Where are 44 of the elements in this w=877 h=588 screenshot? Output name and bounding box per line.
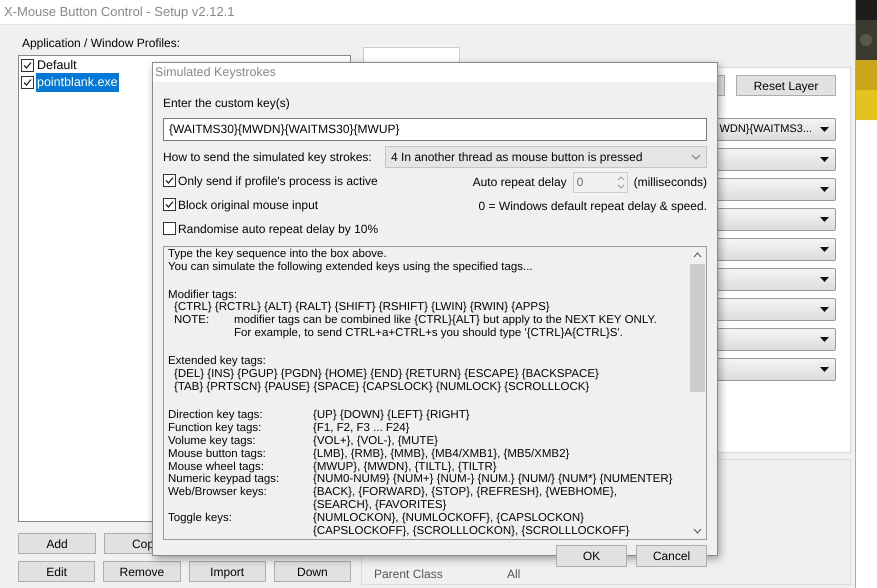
group-label: Application / Window Profiles: — [22, 36, 182, 51]
tag-category: Mouse wheel tags: — [168, 460, 265, 474]
tag-category: Toggle keys: — [168, 512, 233, 526]
help-text-line: Extended key tags: — [168, 355, 267, 368]
tag-list: {NUM0-NUM9} {NUM+} {NUM-} {NUM.} {NUM/} {NUM*} {NUMENTER} — [313, 473, 672, 486]
tag-list: {LMB}, {RMB}, {MMB}, {MB4/XMB1}, {MB5/XMB2} — [313, 448, 570, 461]
tag-category: Mouse button tags: — [168, 448, 267, 461]
help-text-line: modifier tags can be combined like {CTRL}{ALT} but apply to the NEXT KEY ONLY. — [234, 314, 657, 328]
tag-category: Direction key tags: — [168, 408, 264, 422]
help-text-line: You can simulate the following extended keys using the specified tags... — [168, 260, 534, 274]
tag-list: {NUMLOCKON}, {NUMLOCKOFF}, {CAPSLOCKON} — [313, 512, 584, 526]
help-text-line: For example, to send CTRL+a+CTRL+s you should type '{CTRL}A{CTRL}S'. — [234, 327, 623, 340]
tag-category: Numeric keypad tags: — [168, 473, 280, 486]
tag-list: {CAPSLOCKOFF}, {SCROLLLOCKON}, {SCROLLLOCKOFF} — [313, 525, 630, 538]
tag-list: {UP} {DOWN} {LEFT} {RIGHT} — [313, 408, 470, 422]
option-label: Block original mouse input — [178, 196, 318, 214]
help-text-line: {DEL} {INS} {PGUP} {PGDN} {HOME} {END} {RETURN} {ESCAPE} {BACKSPACE} — [174, 368, 599, 381]
help-text-line: Modifier tags: — [168, 288, 238, 302]
help-text-line: {CTRL} {RCTRL} {ALT} {RALT} {SHIFT} {RSHIFT} {LWIN} {RWIN} {APPS} — [174, 301, 550, 314]
help-text-line: {TAB} {PRTSCN} {PAUSE} {SPACE} {CAPSLOCK} {NUMLOCK} {SCROLLLOCK} — [174, 381, 590, 394]
field-label: Auto repeat delay — [472, 174, 567, 192]
unit-label: (milliseconds) — [634, 174, 707, 192]
help-text-line: Type the key sequence into the box above. — [168, 248, 388, 261]
info-value: All — [507, 566, 520, 583]
tag-category: Function key tags: — [168, 422, 262, 435]
dialog-title: Simulated Keystrokes — [155, 64, 276, 81]
tag-category: Web/Browser keys: — [168, 486, 268, 500]
field-label: Enter the custom key(s) — [163, 94, 291, 112]
repeat-note: 0 = Windows default repeat delay & speed. — [478, 198, 707, 215]
tag-list: {SEARCH}, {FAVORITES} — [313, 499, 446, 512]
info-label: Parent Class — [374, 566, 444, 583]
field-label: How to send the simulated key strokes: — [163, 148, 372, 166]
profile-name: pointblank.exe — [36, 73, 119, 92]
tag-category: Volume key tags: — [168, 434, 257, 448]
note-label: NOTE: — [174, 314, 210, 328]
option-label: Only send if profile's process is active — [178, 172, 378, 190]
profile-name: Default — [36, 57, 78, 74]
dropdown-value: WDN}{WAITMS3... — [720, 122, 812, 138]
option-label: Randomise auto repeat delay by 10% — [178, 220, 378, 238]
tag-list: {BACK}, {FORWARD}, {STOP}, {REFRESH}, {WEBHOME}, — [313, 486, 618, 500]
tag-list: {VOL+}, {VOL-}, {MUTE} — [313, 434, 438, 448]
tag-list: {F1, F2, F3 ... F24} — [313, 422, 410, 435]
tag-list: {MWUP}, {MWDN}, {TILTL}, {TILTR} — [313, 460, 497, 474]
window-title: X-Mouse Button Control - Setup v2.12.1 — [4, 3, 235, 22]
